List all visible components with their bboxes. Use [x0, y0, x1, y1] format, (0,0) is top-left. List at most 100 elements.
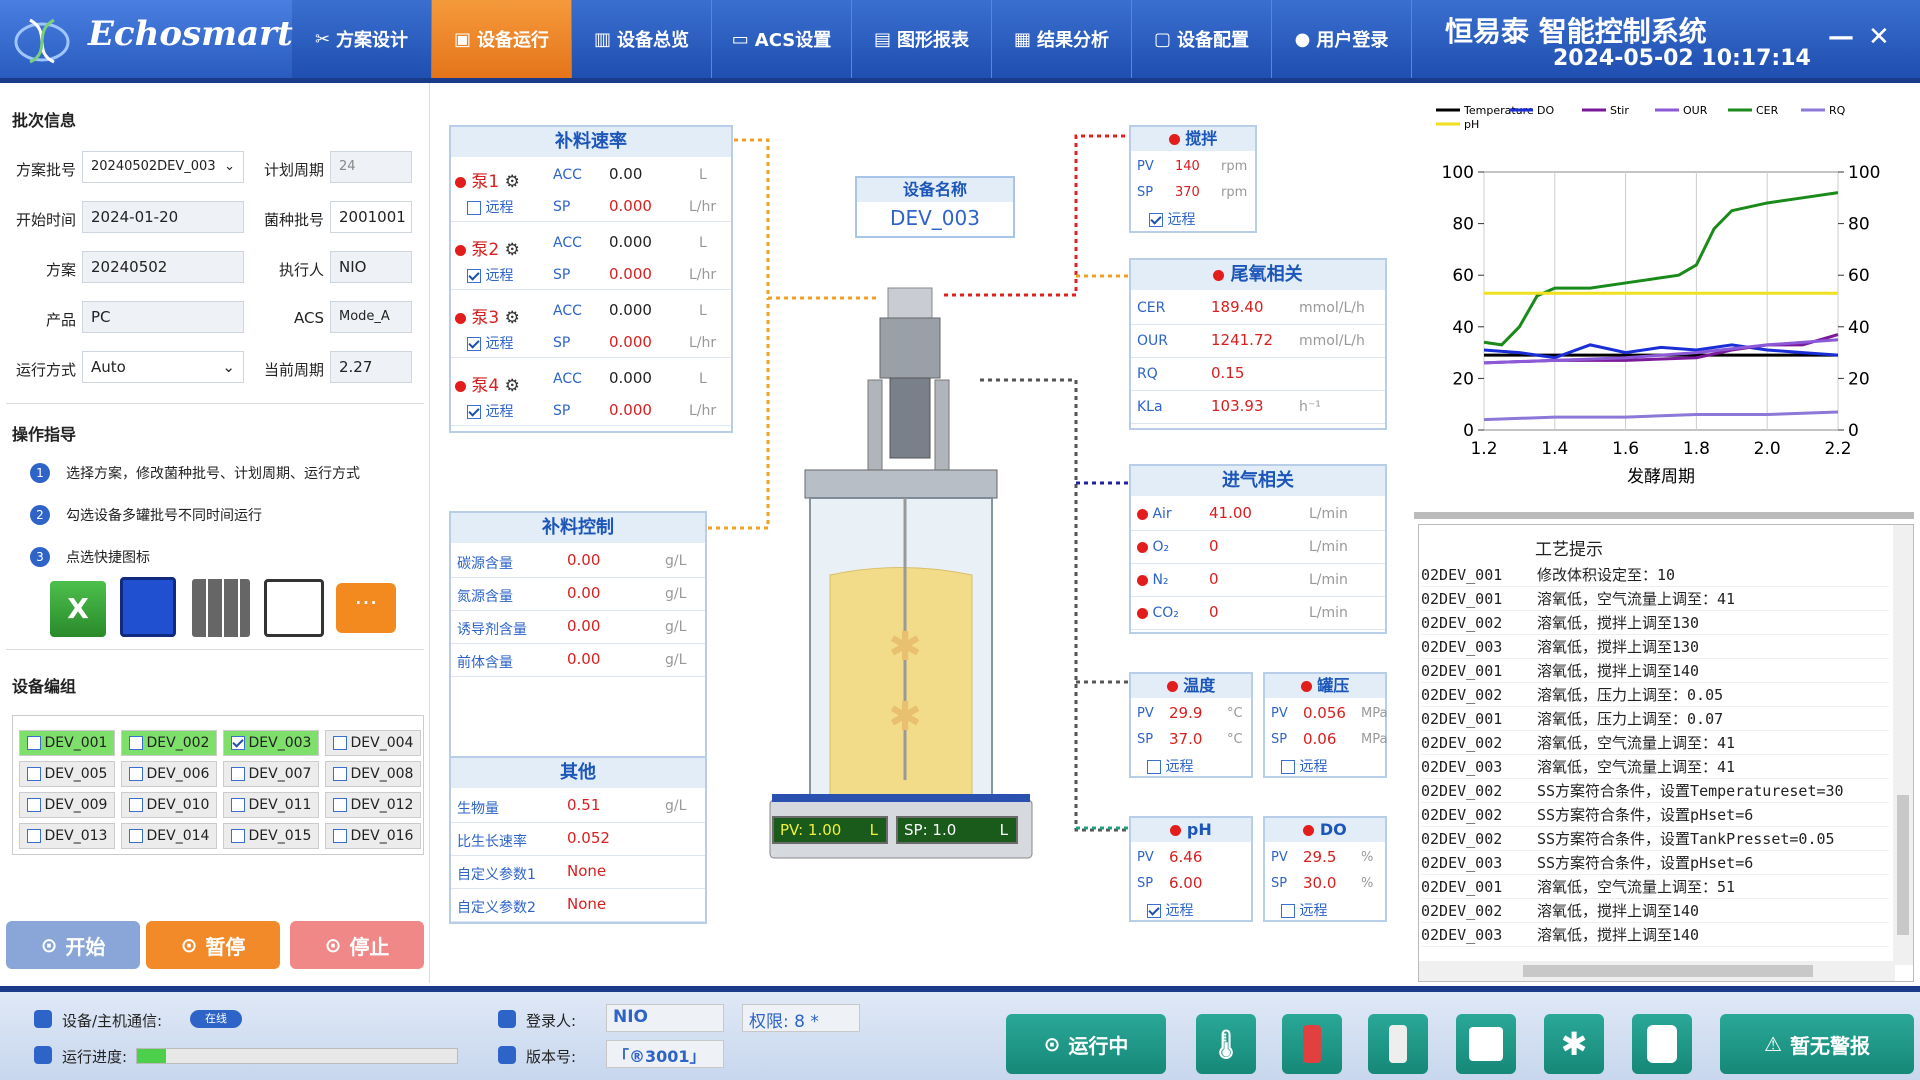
- log-vscroll-thumb[interactable]: [1897, 795, 1909, 935]
- device-toggle[interactable]: DEV_006: [121, 761, 217, 787]
- minimize-button[interactable]: —: [1828, 22, 1854, 52]
- remote-checkbox[interactable]: [1281, 904, 1295, 918]
- nav-device-config[interactable]: ▢ 设备配置: [1132, 0, 1272, 78]
- device-checkbox[interactable]: [332, 798, 347, 812]
- strain-batch-field[interactable]: 2001001: [330, 201, 412, 233]
- splitter[interactable]: [1414, 512, 1914, 519]
- pump-sp-value[interactable]: 0.000: [609, 401, 652, 419]
- device-checkbox[interactable]: [230, 767, 245, 781]
- log-hscrollbar[interactable]: [1419, 961, 1895, 981]
- scheme-field[interactable]: 20240502: [82, 251, 244, 283]
- cabinet-icon[interactable]: [1456, 1014, 1516, 1074]
- running-button[interactable]: ⊙ 运行中: [1006, 1014, 1166, 1074]
- temp-sp-value[interactable]: 37.0: [1169, 730, 1202, 748]
- pressure-sp-value[interactable]: 0.06: [1303, 730, 1336, 748]
- bottle-red-icon[interactable]: [1282, 1014, 1342, 1074]
- temp-remote[interactable]: 远程: [1147, 756, 1193, 776]
- start-button[interactable]: ⊙ 开始: [6, 921, 140, 969]
- device-checkbox[interactable]: [230, 829, 245, 843]
- run-mode-select[interactable]: Auto ⌄: [82, 351, 244, 383]
- pump-remote[interactable]: 远程: [467, 333, 513, 353]
- log-vscrollbar[interactable]: [1893, 525, 1913, 965]
- pump-remote[interactable]: 远程: [467, 401, 513, 421]
- pump-remote[interactable]: 远程: [467, 197, 513, 217]
- nav-acs-settings[interactable]: ▭ ACS设置: [712, 0, 852, 78]
- pump-sp-value[interactable]: 0.000: [609, 265, 652, 283]
- nav-scheme-design[interactable]: ✂ 方案设计: [292, 0, 432, 78]
- acs-field[interactable]: Mode_A: [330, 301, 412, 333]
- device-checkbox[interactable]: [128, 767, 143, 781]
- remote-checkbox[interactable]: [1147, 760, 1161, 774]
- excel-icon[interactable]: X: [50, 581, 106, 637]
- ph-remote[interactable]: 远程: [1147, 900, 1193, 920]
- device-toggle[interactable]: DEV_004: [325, 730, 421, 756]
- pump-sp-value[interactable]: 0.000: [609, 197, 652, 215]
- do-sp-value[interactable]: 30.0: [1303, 874, 1336, 892]
- scheme-batch-select[interactable]: 20240502DEV_003 ⌄: [82, 151, 244, 183]
- device-toggle[interactable]: DEV_008: [325, 761, 421, 787]
- pump-remote[interactable]: 远程: [467, 265, 513, 285]
- device-checkbox[interactable]: [230, 736, 245, 750]
- device-toggle[interactable]: DEV_010: [121, 792, 217, 818]
- pump-sp-value[interactable]: 0.000: [609, 333, 652, 351]
- device-toggle[interactable]: DEV_011: [223, 792, 319, 818]
- executor-field[interactable]: NIO: [330, 251, 412, 283]
- presenter-icon[interactable]: [264, 579, 324, 637]
- device-toggle[interactable]: DEV_003: [223, 730, 319, 756]
- device-toggle[interactable]: DEV_015: [223, 823, 319, 849]
- start-time-field[interactable]: 2024-01-20: [82, 201, 244, 233]
- document-icon[interactable]: [120, 577, 176, 637]
- stir-remote-checkbox[interactable]: [1149, 213, 1163, 227]
- remote-checkbox[interactable]: [467, 337, 481, 351]
- product-field[interactable]: PC: [82, 301, 244, 333]
- stir-remote[interactable]: 远程: [1149, 209, 1195, 229]
- log-hscroll-thumb[interactable]: [1523, 965, 1813, 977]
- pause-button[interactable]: ⊙ 暂停: [146, 921, 280, 969]
- device-toggle[interactable]: DEV_009: [19, 792, 115, 818]
- device-checkbox[interactable]: [128, 829, 143, 843]
- database-icon[interactable]: [1632, 1014, 1692, 1074]
- device-toggle[interactable]: DEV_013: [19, 823, 115, 849]
- touch-grid-icon[interactable]: [192, 579, 250, 637]
- stir-sp-value[interactable]: 370: [1175, 185, 1200, 200]
- device-checkbox[interactable]: [26, 798, 41, 812]
- device-checkbox[interactable]: [128, 798, 143, 812]
- device-checkbox[interactable]: [332, 736, 347, 750]
- close-button[interactable]: ✕: [1868, 22, 1890, 52]
- device-checkbox[interactable]: [128, 736, 143, 750]
- nav-device-run[interactable]: ▣ 设备运行: [432, 0, 572, 78]
- nav-graph-report[interactable]: ▤ 图形报表: [852, 0, 992, 78]
- alarm-button[interactable]: ⚠ 暂无警报: [1720, 1014, 1914, 1074]
- device-toggle[interactable]: DEV_007: [223, 761, 319, 787]
- device-toggle[interactable]: DEV_005: [19, 761, 115, 787]
- nav-user-login[interactable]: ● 用户登录: [1272, 0, 1412, 78]
- nav-result-analysis[interactable]: ▦ 结果分析: [992, 0, 1132, 78]
- nav-device-overview[interactable]: ▥ 设备总览: [572, 0, 712, 78]
- device-toggle[interactable]: DEV_014: [121, 823, 217, 849]
- chat-icon[interactable]: ···: [336, 583, 396, 633]
- device-toggle[interactable]: DEV_002: [121, 730, 217, 756]
- device-toggle[interactable]: DEV_012: [325, 792, 421, 818]
- device-checkbox[interactable]: [26, 736, 41, 750]
- remote-checkbox[interactable]: [467, 201, 481, 215]
- device-checkbox[interactable]: [26, 767, 41, 781]
- bottle-white-icon[interactable]: [1368, 1014, 1428, 1074]
- device-toggle[interactable]: DEV_016: [325, 823, 421, 849]
- do-remote[interactable]: 远程: [1281, 900, 1327, 920]
- stop-button[interactable]: ⊙ 停止: [290, 921, 424, 969]
- device-checkbox[interactable]: [26, 829, 41, 843]
- device-toggle[interactable]: DEV_001: [19, 730, 115, 756]
- remote-checkbox[interactable]: [467, 269, 481, 283]
- current-cycle-field[interactable]: 2.27: [330, 351, 412, 383]
- remote-checkbox[interactable]: [1281, 760, 1295, 774]
- device-checkbox[interactable]: [230, 798, 245, 812]
- device-checkbox[interactable]: [332, 767, 347, 781]
- plan-cycle-field[interactable]: 24: [330, 151, 412, 183]
- impeller-icon[interactable]: ✱: [1544, 1014, 1604, 1074]
- remote-checkbox[interactable]: [1147, 904, 1161, 918]
- thermometer-icon[interactable]: 🌡: [1196, 1014, 1256, 1074]
- pressure-remote[interactable]: 远程: [1281, 756, 1327, 776]
- remote-checkbox[interactable]: [467, 405, 481, 419]
- device-checkbox[interactable]: [332, 829, 347, 843]
- ph-sp-value[interactable]: 6.00: [1169, 874, 1202, 892]
